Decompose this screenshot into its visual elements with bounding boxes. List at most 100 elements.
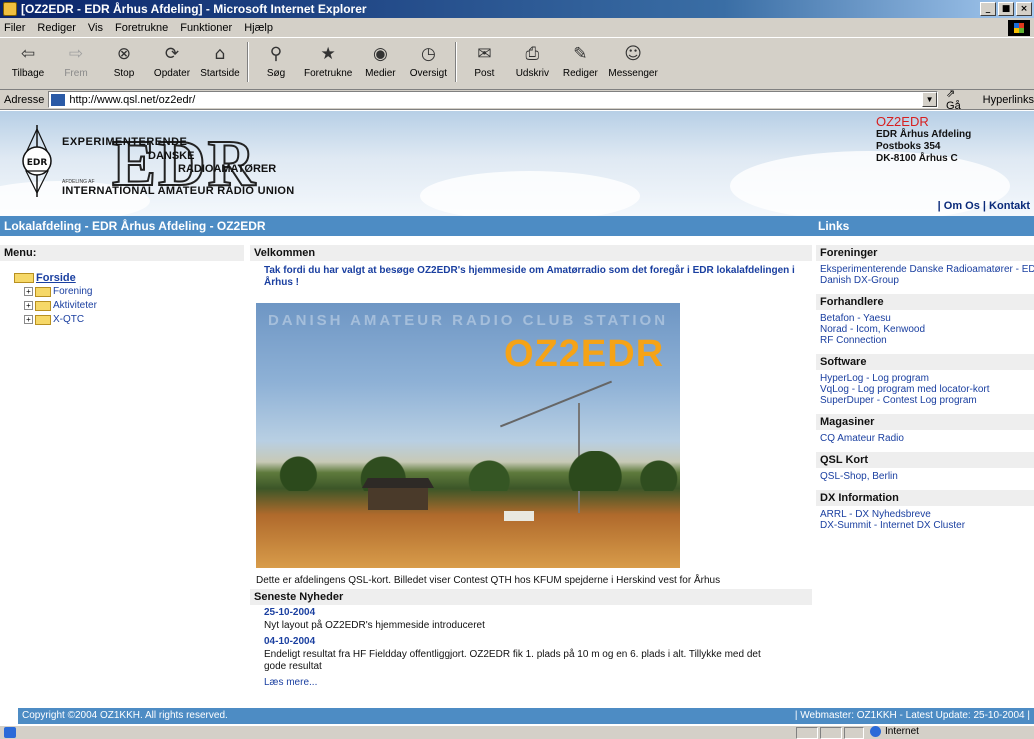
postal-address: EDR Århus Afdeling Postboks 354 DK-8100 … [876, 129, 971, 165]
address-url: http://www.qsl.net/oz2edr/ [69, 93, 196, 106]
tree-item-forening[interactable]: + Forening [24, 285, 244, 298]
back-button[interactable]: ⇦ Tilbage [4, 42, 52, 79]
tree-item-aktiviteter[interactable]: + Aktiviteter [24, 299, 244, 312]
mail-button[interactable]: ✉ Post [460, 42, 508, 79]
mail-icon: ✉ [477, 44, 492, 64]
print-button-label: Udskriv [515, 68, 550, 79]
news-date: 25-10-2004 [264, 607, 316, 618]
status-pane [844, 727, 864, 739]
edit-button[interactable]: ✎ Rediger [556, 42, 604, 79]
window-title: [OZ2EDR - EDR Århus Afdeling] - Microsof… [21, 2, 367, 16]
link-item[interactable]: VqLog - Log program med locator-kort [816, 384, 1034, 395]
status-bar: Internet [0, 725, 1034, 739]
link-item[interactable]: RF Connection [816, 335, 1034, 346]
messenger-icon: ☺ [624, 44, 642, 64]
menu-tools[interactable]: Funktioner [180, 22, 232, 34]
menu-help[interactable]: Hjælp [244, 22, 273, 34]
link-item[interactable]: SuperDuper - Contest Log program [816, 395, 1034, 406]
home-icon: ⌂ [214, 44, 226, 64]
address-input[interactable]: http://www.qsl.net/oz2edr/ ▼ [48, 91, 939, 108]
menu-view[interactable]: Vis [88, 22, 103, 34]
tree-item-x-qtc[interactable]: + X-QTC [24, 313, 244, 326]
expand-icon[interactable]: + [24, 287, 33, 296]
refresh-icon: ⟳ [164, 44, 180, 64]
favorites-button[interactable]: ★ Foretrukne [300, 42, 356, 79]
links-section-title: DX Information [816, 490, 1034, 506]
links-toolbar-button[interactable]: Hyperlinks [983, 94, 1034, 106]
maximize-button[interactable]: ■ [998, 2, 1014, 16]
menu-title: Menu: [0, 245, 244, 261]
expand-icon[interactable]: + [24, 315, 33, 324]
link-item[interactable]: Norad - Icom, Kenwood [816, 324, 1034, 335]
news-section: Seneste Nyheder 25-10-2004 Nyt layout på… [250, 589, 812, 688]
link-item[interactable]: CQ Amateur Radio [816, 433, 1034, 444]
folder-icon [35, 286, 51, 297]
link-item[interactable]: ARRL - DX Nyhedsbreve [816, 509, 1034, 520]
iaru-name: INTERNATIONAL AMATEUR RADIO UNION [62, 185, 295, 197]
read-more-link[interactable]: Læs mere... [250, 675, 812, 688]
go-button[interactable]: ⇗ Gå [946, 87, 973, 112]
stop-icon: ⊗ [116, 44, 132, 64]
refresh-button-label: Opdater [153, 68, 191, 79]
link-item[interactable]: HyperLog - Log program [816, 373, 1034, 384]
forward-button[interactable]: ⇨ Frem [52, 42, 100, 79]
link-item[interactable]: Betafon - Yaesu [816, 313, 1034, 324]
address-dropdown-icon[interactable]: ▼ [922, 92, 938, 107]
edit-button-label: Rediger [562, 68, 598, 79]
menu-favorites[interactable]: Foretrukne [115, 22, 168, 34]
print-button[interactable]: ⎙ Udskriv [508, 42, 556, 79]
address-label: Adresse [4, 93, 45, 106]
site-banner: EDR EDR EXPERIMENTERENDE DANSKE RADIOAMA… [0, 111, 1034, 216]
status-pane [820, 727, 842, 739]
webmaster-text: | Webmaster: OZ1KKH - Latest Update: 25-… [794, 710, 1030, 721]
photo-caption: Dette er afdelingens QSL-kort. Billedet … [256, 575, 721, 586]
refresh-button[interactable]: ⟳ Opdater [148, 42, 196, 79]
media-icon: ◉ [372, 44, 388, 64]
links-section-title: QSL Kort [816, 452, 1034, 468]
link-item[interactable]: DX-Summit - Internet DX Cluster [816, 520, 1034, 531]
link-item[interactable]: QSL-Shop, Berlin [816, 471, 1034, 482]
favorites-button-label: Foretrukne [304, 68, 353, 79]
menu-edit[interactable]: Rediger [37, 22, 76, 34]
security-zone: Internet [870, 726, 919, 737]
menu-file[interactable]: Filer [4, 22, 25, 34]
stop-button[interactable]: ⊗ Stop [100, 42, 148, 79]
folder-icon [35, 300, 51, 311]
search-button[interactable]: ⚲ Søg [252, 42, 300, 79]
minimize-button[interactable]: _ [980, 2, 996, 16]
links-section-title: Forhandlere [816, 294, 1034, 310]
address-bar: Adresse http://www.qsl.net/oz2edr/ ▼ ⇗ G… [0, 87, 1034, 112]
messenger-button[interactable]: ☺ Messenger [604, 42, 661, 79]
about-us-link[interactable]: | Om Os [938, 200, 980, 212]
page-viewport: EDR EDR EXPERIMENTERENDE DANSKE RADIOAMA… [0, 111, 1034, 725]
link-item[interactable]: Danish DX-Group [816, 275, 1034, 286]
edit-icon: ✎ [573, 44, 588, 64]
banner-callsign: OZ2EDR [876, 114, 929, 129]
folder-open-icon [14, 272, 34, 283]
close-button[interactable]: × [1016, 2, 1032, 16]
news-item: Endeligt resultat fra HF Fieldday offent… [264, 649, 761, 672]
window-title-bar[interactable]: [OZ2EDR - EDR Århus Afdeling] - Microsof… [0, 0, 1034, 18]
caravan-shape [504, 511, 534, 521]
qsl-card-callsign: OZ2EDR [504, 333, 665, 375]
media-button[interactable]: ◉ Medier [356, 42, 404, 79]
org-name-line1: EXPERIMENTERENDE [62, 136, 188, 148]
menu-bar: Filer Rediger Vis Foretrukne Funktioner … [0, 18, 1034, 38]
contact-link[interactable]: | Kontakt [983, 200, 1030, 212]
link-item[interactable]: Eksperimenterende Danske Radioamatører -… [816, 264, 1034, 275]
org-name-line3: RADIOAMATØRER [178, 163, 277, 175]
home-button[interactable]: ⌂ Startside [196, 42, 244, 79]
history-button[interactable]: ◷ Oversigt [404, 42, 452, 79]
history-icon: ◷ [420, 44, 436, 64]
page-status-icon [4, 727, 16, 738]
links-section: Foreninger Eksperimenterende Danske Radi… [816, 245, 1034, 286]
toolbar-separator [455, 42, 458, 82]
hut-shape [368, 488, 428, 510]
welcome-heading: Velkommen [250, 245, 812, 261]
folder-icon [35, 314, 51, 325]
expand-icon[interactable]: + [24, 301, 33, 310]
tree-item-forside[interactable]: Forside [14, 271, 244, 284]
news-heading: Seneste Nyheder [250, 589, 812, 605]
news-item: Nyt layout på OZ2EDR's hjemmeside introd… [264, 620, 485, 631]
address-line: Postboks 354 [876, 141, 941, 152]
